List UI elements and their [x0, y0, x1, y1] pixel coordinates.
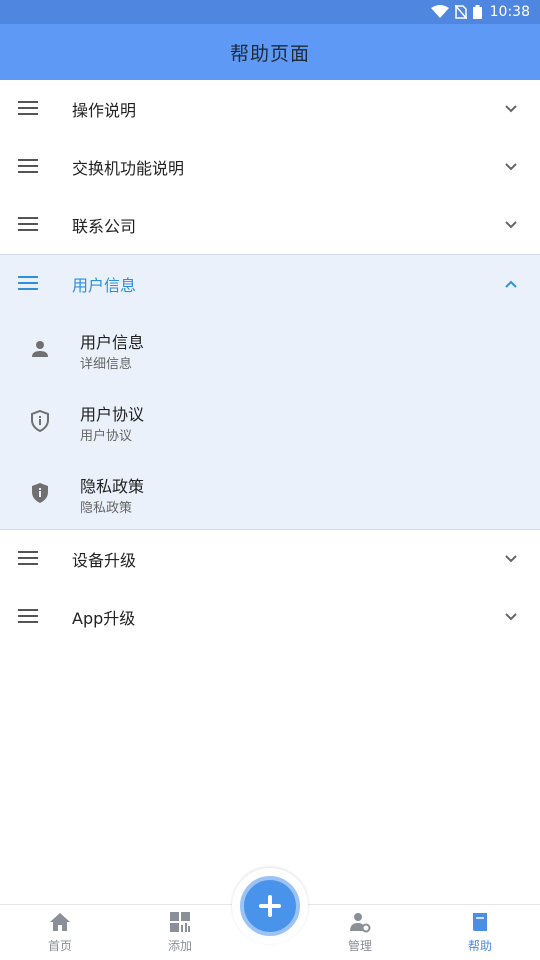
nav-label: 帮助 [467, 939, 492, 953]
menu-item-operation-guide[interactable]: 操作说明 [0, 80, 540, 138]
shield-info-icon [31, 409, 49, 433]
submenu-item-privacy-policy[interactable]: 隐私政策 隐私政策 [0, 457, 540, 529]
nav-item-home[interactable]: 首页 [10, 911, 110, 959]
battery-icon [472, 5, 482, 19]
status-time: 10:38 [489, 4, 530, 20]
status-icons: 10:38 [430, 2, 530, 22]
chevron-down-icon [505, 221, 517, 229]
fab-container [232, 868, 308, 944]
plus-icon [259, 895, 281, 917]
home-icon [50, 913, 70, 931]
help-menu-list: 操作说明 交换机功能说明 联系公司 用户信息 用户信息 详细信息 用户协议 用户… [0, 80, 540, 646]
submenu-item-user-agreement[interactable]: 用户协议 用户协议 [0, 385, 540, 457]
submenu-title: 用户信息 [80, 333, 145, 352]
hamburger-icon [18, 101, 38, 117]
hamburger-icon [18, 159, 38, 175]
no-sim-icon [454, 5, 467, 19]
app-bar: 帮助页面 [0, 24, 540, 80]
status-bar: 10:38 [0, 0, 540, 24]
user-gear-icon [350, 913, 371, 933]
nav-item-help[interactable]: 帮助 [430, 911, 530, 959]
nav-item-manage[interactable]: 管理 [310, 911, 410, 959]
menu-item-user-info[interactable]: 用户信息 [0, 255, 540, 313]
menu-item-label: 交换机功能说明 [72, 159, 185, 178]
nav-label: 首页 [47, 939, 72, 953]
menu-item-label: 联系公司 [72, 217, 137, 236]
menu-item-contact-company[interactable]: 联系公司 [0, 196, 540, 254]
person-icon [32, 341, 48, 357]
chevron-down-icon [505, 555, 517, 563]
submenu-item-user-details[interactable]: 用户信息 详细信息 [0, 313, 540, 385]
chevron-down-icon [505, 613, 517, 621]
submenu-description: 用户协议 [80, 429, 133, 444]
page-title: 帮助页面 [229, 42, 310, 65]
nav-item-add[interactable]: 添加 [130, 911, 230, 959]
menu-item-device-upgrade[interactable]: 设备升级 [0, 530, 540, 588]
hamburger-icon [18, 609, 38, 625]
chevron-up-icon [505, 280, 517, 288]
menu-item-label: 设备升级 [72, 551, 137, 570]
submenu-description: 隐私政策 [80, 501, 133, 516]
menu-item-label: App升级 [72, 609, 136, 628]
menu-item-label: 用户信息 [72, 276, 137, 295]
chevron-down-icon [505, 105, 517, 113]
add-fab-button[interactable] [240, 876, 300, 936]
wifi-icon [430, 5, 449, 18]
expanded-section-user-info: 用户信息 用户信息 详细信息 用户协议 用户协议 隐私政策 隐私政策 [0, 254, 540, 530]
submenu-title: 用户协议 [80, 405, 145, 424]
nav-label: 添加 [167, 939, 192, 953]
chevron-down-icon [505, 163, 517, 171]
book-icon [473, 913, 487, 931]
submenu-title: 隐私政策 [80, 477, 145, 496]
submenu-description: 详细信息 [80, 357, 133, 372]
menu-item-label: 操作说明 [72, 101, 137, 120]
hamburger-icon [18, 276, 38, 292]
menu-item-app-upgrade[interactable]: App升级 [0, 588, 540, 646]
hamburger-icon [18, 217, 38, 233]
hamburger-icon [18, 551, 38, 567]
grid-icon [170, 912, 190, 932]
menu-item-switch-functions[interactable]: 交换机功能说明 [0, 138, 540, 196]
nav-label: 管理 [347, 939, 372, 953]
shield-filled-icon [32, 483, 48, 503]
